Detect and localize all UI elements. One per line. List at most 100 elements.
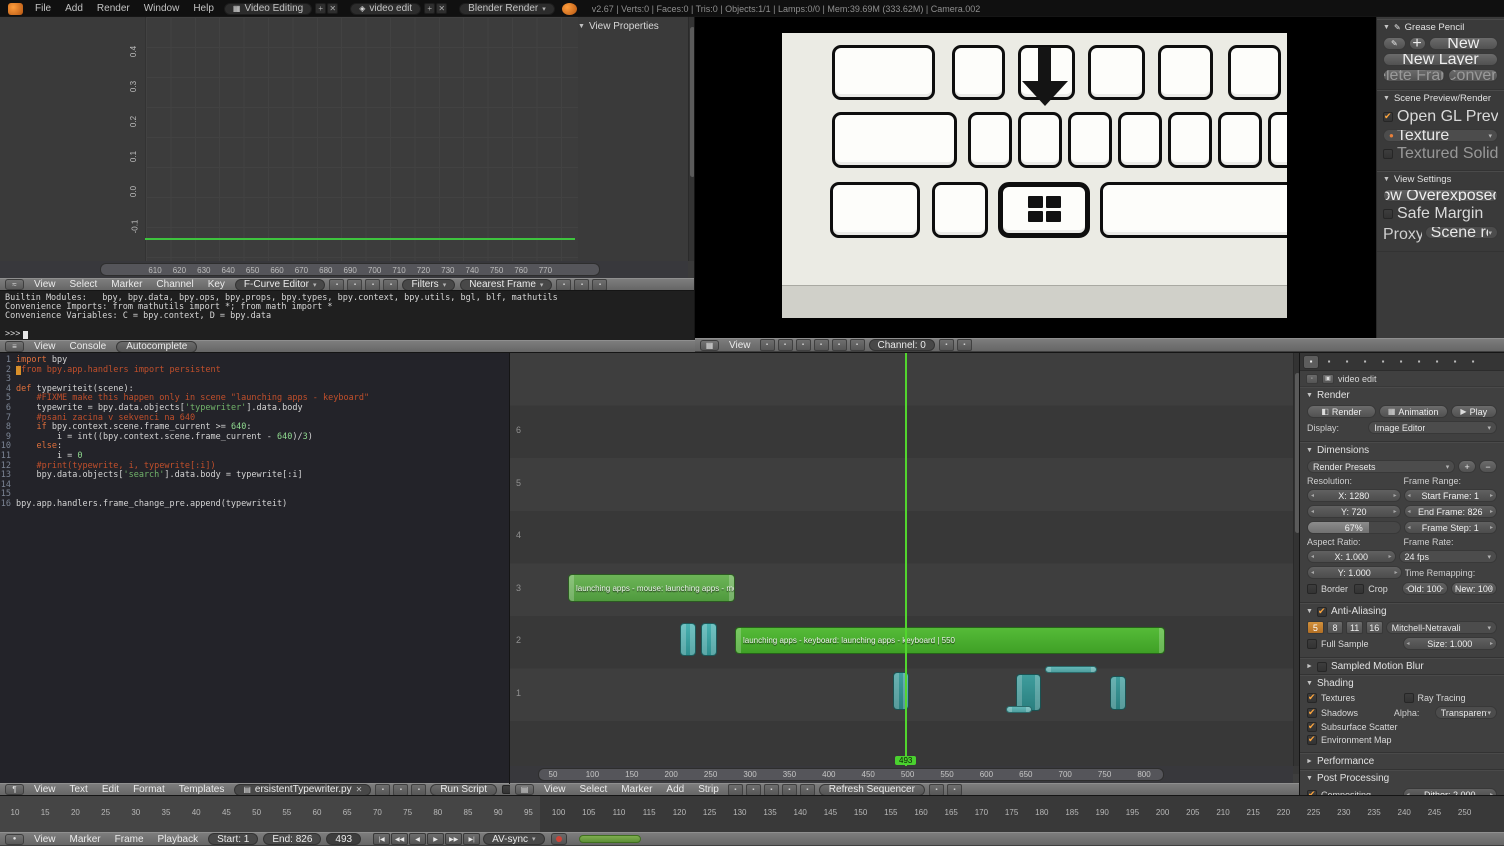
menu-file[interactable]: File	[28, 3, 58, 14]
render-engine-selector[interactable]: Blender Render ▾	[459, 3, 555, 15]
render-presets-select[interactable]: Render Presets▾	[1307, 460, 1455, 473]
sequencer-display-icon[interactable]	[778, 339, 793, 351]
tab-render-layers-icon[interactable]	[1321, 355, 1337, 369]
register-checkbox[interactable]	[502, 785, 510, 794]
strip-small-2[interactable]	[701, 623, 717, 656]
menu-view[interactable]: View	[722, 340, 758, 351]
paste-keyframes-icon[interactable]	[574, 279, 589, 291]
textures-checkbox[interactable]: Textures	[1307, 693, 1401, 703]
options-icon[interactable]	[947, 784, 962, 796]
menu-view[interactable]: View	[537, 784, 573, 795]
overlay-icon[interactable]	[800, 784, 815, 796]
grease-add-button[interactable]: +	[1409, 37, 1426, 50]
grease-pencil-icon[interactable]	[939, 339, 954, 351]
tab-constraints-icon[interactable]	[1393, 355, 1409, 369]
menu-add[interactable]: Add	[659, 784, 691, 795]
strip-flat-1[interactable]	[1045, 666, 1097, 673]
tab-scene-icon[interactable]	[1339, 355, 1355, 369]
crop-checkbox[interactable]: Crop	[1354, 582, 1398, 595]
snap-select[interactable]: Nearest Frame ▾	[460, 279, 552, 291]
draw-mode-select[interactable]: ●Texture▾	[1383, 129, 1498, 142]
strip-audio-3[interactable]	[1110, 676, 1126, 710]
properties-region[interactable]: ◦ ▣ video edit ▼Render◧Render▦Animation▶…	[1300, 353, 1504, 796]
animation-button[interactable]: ▦Animation	[1379, 405, 1448, 418]
playhead[interactable]	[905, 353, 907, 766]
scene-selector[interactable]: ◈ video edit	[350, 3, 421, 15]
syntax-highlight-toggle-icon[interactable]	[411, 784, 426, 796]
view-properties-panel-header[interactable]: ▼ View Properties	[578, 21, 659, 32]
text-editor-region[interactable]: 1import bpy2#from bpy.app.handlers impor…	[0, 353, 510, 783]
menu-edit[interactable]: Edit	[95, 784, 126, 795]
textured-solid-checkbox[interactable]: Textured Solid	[1383, 145, 1498, 163]
panel-header-grease-pencil[interactable]: ▼✎Grease Pencil	[1377, 20, 1504, 35]
menu-format[interactable]: Format	[126, 784, 172, 795]
panel-checkbox[interactable]	[1317, 607, 1327, 617]
hide-hidden-filter-icon[interactable]	[347, 279, 362, 291]
menu-templates[interactable]: Templates	[172, 784, 232, 795]
frame-rate-select[interactable]: 24 fps▾	[1399, 550, 1498, 563]
menu-help[interactable]: Help	[186, 3, 221, 14]
delete-frame-button[interactable]: Delete Frame	[1383, 69, 1445, 82]
menu-window[interactable]: Window	[137, 3, 187, 14]
panel-header-post-processing[interactable]: ▼Post Processing	[1300, 771, 1504, 786]
transport-button-2[interactable]: ◀	[409, 833, 426, 845]
pin-icon[interactable]: ◦	[1306, 374, 1318, 384]
tab-world-icon[interactable]	[1357, 355, 1373, 369]
vertical-scrollbar[interactable]	[1293, 353, 1300, 766]
aa-11-toggle[interactable]: 11	[1346, 621, 1363, 634]
menu-text[interactable]: Text	[63, 784, 95, 795]
shadows-checkbox[interactable]: Shadows	[1307, 706, 1391, 719]
vertical-scrollbar[interactable]	[688, 17, 695, 261]
time-old-field[interactable]: Old: 100	[1402, 582, 1448, 595]
menu-select[interactable]: Select	[573, 784, 615, 795]
compositing-checkbox[interactable]: Compositing	[1307, 788, 1400, 796]
time-new-field[interactable]: New: 100	[1451, 582, 1497, 595]
mute-icon[interactable]	[764, 784, 779, 796]
ghost-curves-icon[interactable]	[592, 279, 607, 291]
strip-keyboard[interactable]: launching apps - keyboard: launching app…	[735, 627, 1165, 654]
search-filter-icon[interactable]	[383, 279, 398, 291]
menu-frame[interactable]: Frame	[108, 834, 151, 845]
vse-ruler-scrollbar[interactable]: 5010015020025030035040045050055060065070…	[510, 766, 1293, 783]
display-mode-icon[interactable]	[760, 339, 775, 351]
view-type-icon[interactable]	[728, 784, 743, 796]
opengl-preview-checkbox[interactable]: Open GL Preview	[1383, 108, 1498, 126]
full-sample-checkbox[interactable]: Full Sample	[1307, 637, 1400, 650]
transport-button-4[interactable]: ▶▶	[445, 833, 462, 845]
ray-tracing-checkbox[interactable]: Ray Tracing	[1404, 693, 1498, 703]
menu-marker[interactable]: Marker	[614, 784, 659, 795]
tab-physics-icon[interactable]	[1465, 355, 1481, 369]
transport-button-5[interactable]: ▶|	[463, 833, 480, 845]
av-sync-select[interactable]: AV-sync ▾	[483, 833, 544, 845]
panel-header-dimensions[interactable]: ▼Dimensions	[1300, 443, 1504, 458]
editor-type-icon[interactable]	[5, 341, 24, 352]
scene-close-button[interactable]: ✕	[436, 3, 447, 14]
menu-marker[interactable]: Marker	[104, 279, 149, 290]
menu-add[interactable]: Add	[58, 3, 90, 14]
transport-button-3[interactable]: ▶	[427, 833, 444, 845]
panel-header-sampled-motion-blur[interactable]: ►Sampled Motion Blur	[1300, 659, 1504, 674]
refresh-sequencer-button[interactable]: Refresh Sequencer	[819, 784, 925, 796]
resolution-percentage-slider[interactable]: 67%	[1307, 521, 1401, 534]
menu-view[interactable]: View	[27, 834, 63, 845]
alpha-select[interactable]: Transparent▾	[1435, 706, 1497, 719]
panel-header-scene-preview-render[interactable]: ▼Scene Preview/Render	[1377, 91, 1504, 106]
run-script-button[interactable]: Run Script	[430, 784, 497, 796]
python-console-region[interactable]: Builtin Modules: bpy, bpy.data, bpy.ops,…	[0, 291, 695, 340]
tab-object-icon[interactable]	[1375, 355, 1391, 369]
timeline-region[interactable]: 1015202530354045505560657075808590951001…	[0, 796, 1504, 832]
end-frame-field[interactable]: End: 826	[263, 833, 321, 845]
start-frame-field[interactable]: Start Frame: 1	[1404, 489, 1498, 502]
only-selected-filter-icon[interactable]	[329, 279, 344, 291]
current-frame-field[interactable]: 493	[326, 833, 361, 845]
chroma-vectorscope-icon[interactable]	[832, 339, 847, 351]
menu-view[interactable]: View	[27, 341, 63, 352]
code-text[interactable]: bpy.app.handlers.frame_change_pre.append…	[16, 500, 287, 510]
transport-button-1[interactable]: ◀◀	[391, 833, 408, 845]
luma-waveform-icon[interactable]	[814, 339, 829, 351]
sequencer-preview-region[interactable]: ▼✎Grease Pencil✎+NewNew LayerDelete Fram…	[695, 17, 1504, 338]
aa-filter-select[interactable]: Mitchell-Netravali▾	[1386, 621, 1497, 634]
panel-checkbox[interactable]	[1317, 662, 1327, 672]
record-button[interactable]	[551, 833, 567, 845]
editor-type-icon[interactable]	[700, 340, 719, 351]
